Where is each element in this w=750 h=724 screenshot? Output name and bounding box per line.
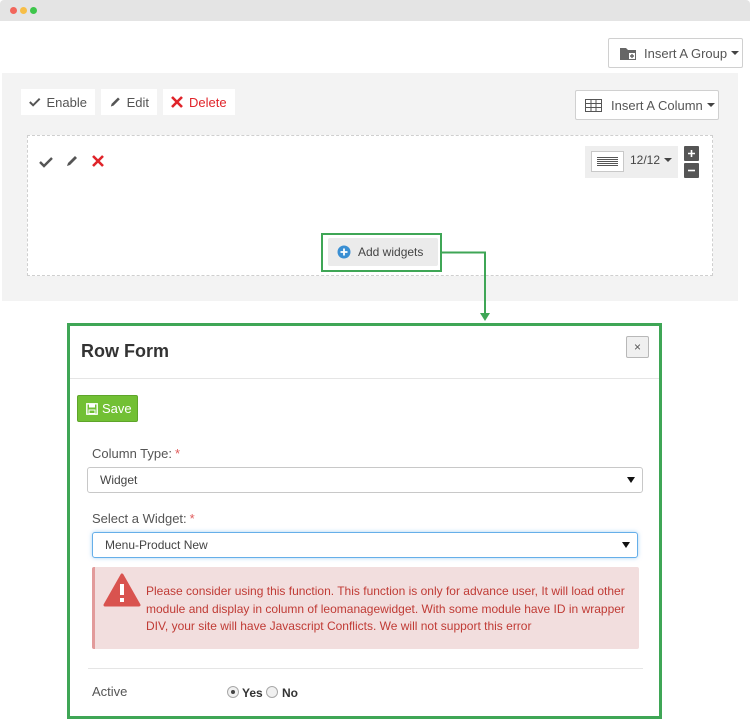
- insert-group-button[interactable]: Insert A Group: [608, 38, 743, 68]
- required-marker: *: [189, 511, 195, 526]
- warning-alert: Please consider using this function. Thi…: [92, 567, 639, 649]
- decrease-width-button[interactable]: [684, 163, 699, 178]
- increase-width-button[interactable]: [684, 146, 699, 161]
- times-icon: [171, 96, 183, 108]
- active-no-label[interactable]: No: [282, 686, 298, 700]
- window-titlebar: [0, 0, 750, 21]
- edit-button[interactable]: Edit: [101, 89, 157, 115]
- insert-group-label: Insert A Group: [644, 45, 728, 61]
- column-edit-pencil-icon[interactable]: [65, 154, 79, 168]
- active-yes-label[interactable]: Yes: [242, 686, 263, 700]
- insert-column-label: Insert A Column: [611, 97, 703, 113]
- active-label: Active: [92, 684, 128, 699]
- column-type-label: Column Type: *: [92, 446, 181, 461]
- plus-icon: [688, 150, 695, 157]
- table-icon: [585, 98, 602, 112]
- connector-arrow: [442, 251, 490, 321]
- add-widgets-button[interactable]: Add widgets: [328, 238, 438, 266]
- maximize-window-dot[interactable]: [30, 7, 37, 14]
- insert-column-button[interactable]: Insert A Column: [575, 90, 719, 120]
- check-icon: [29, 98, 41, 107]
- column-width-label: 12/12: [630, 153, 661, 167]
- pencil-icon: [110, 97, 120, 107]
- required-marker: *: [174, 446, 181, 461]
- column-width-lines-button[interactable]: [591, 151, 624, 172]
- plus-circle-icon: [337, 245, 351, 259]
- close-window-dot[interactable]: [10, 7, 17, 14]
- close-button[interactable]: ×: [626, 336, 649, 358]
- column-type-value: Widget: [100, 473, 138, 487]
- modal-header: Row Form ×: [70, 326, 659, 379]
- folder-plus-icon: [620, 47, 636, 60]
- chevron-down-icon: [664, 158, 673, 162]
- lines-icon: [597, 157, 618, 166]
- save-label: Save: [102, 401, 132, 416]
- select-widget-value: Menu-Product New: [105, 538, 208, 552]
- delete-label: Delete: [189, 94, 227, 110]
- enable-label: Enable: [46, 94, 87, 110]
- minimize-window-dot[interactable]: [20, 7, 27, 14]
- chevron-down-icon: [706, 103, 715, 107]
- save-button[interactable]: Save: [77, 395, 138, 422]
- delete-button[interactable]: Delete: [163, 89, 235, 115]
- active-yes-radio[interactable]: [227, 686, 239, 698]
- enable-button[interactable]: Enable: [21, 89, 95, 115]
- column-width-control: 12/12: [585, 146, 678, 178]
- column-enable-check-icon[interactable]: [39, 156, 53, 168]
- chevron-down-icon: [627, 477, 635, 483]
- chevron-down-icon: [731, 51, 740, 55]
- add-widgets-label: Add widgets: [358, 245, 424, 259]
- warning-icon: [103, 573, 141, 607]
- column-delete-times-icon[interactable]: [92, 155, 104, 167]
- select-widget-label: Select a Widget: *: [92, 511, 195, 526]
- minus-icon: [688, 169, 695, 172]
- edit-label: Edit: [126, 94, 149, 110]
- divider: [88, 668, 643, 669]
- modal-title: Row Form: [81, 341, 169, 361]
- floppy-icon: [86, 402, 98, 415]
- close-icon: ×: [633, 340, 641, 354]
- alert-text: Please consider using this function. Thi…: [146, 584, 625, 633]
- column-type-select[interactable]: Widget: [87, 467, 643, 493]
- row-form-modal: Row Form × Save Column Type: * Widget Sel…: [67, 323, 662, 719]
- select-widget-select[interactable]: Menu-Product New: [92, 532, 638, 558]
- column-width-dropdown[interactable]: 12/12: [630, 153, 673, 167]
- active-no-radio[interactable]: [266, 686, 278, 698]
- chevron-down-icon: [622, 542, 630, 548]
